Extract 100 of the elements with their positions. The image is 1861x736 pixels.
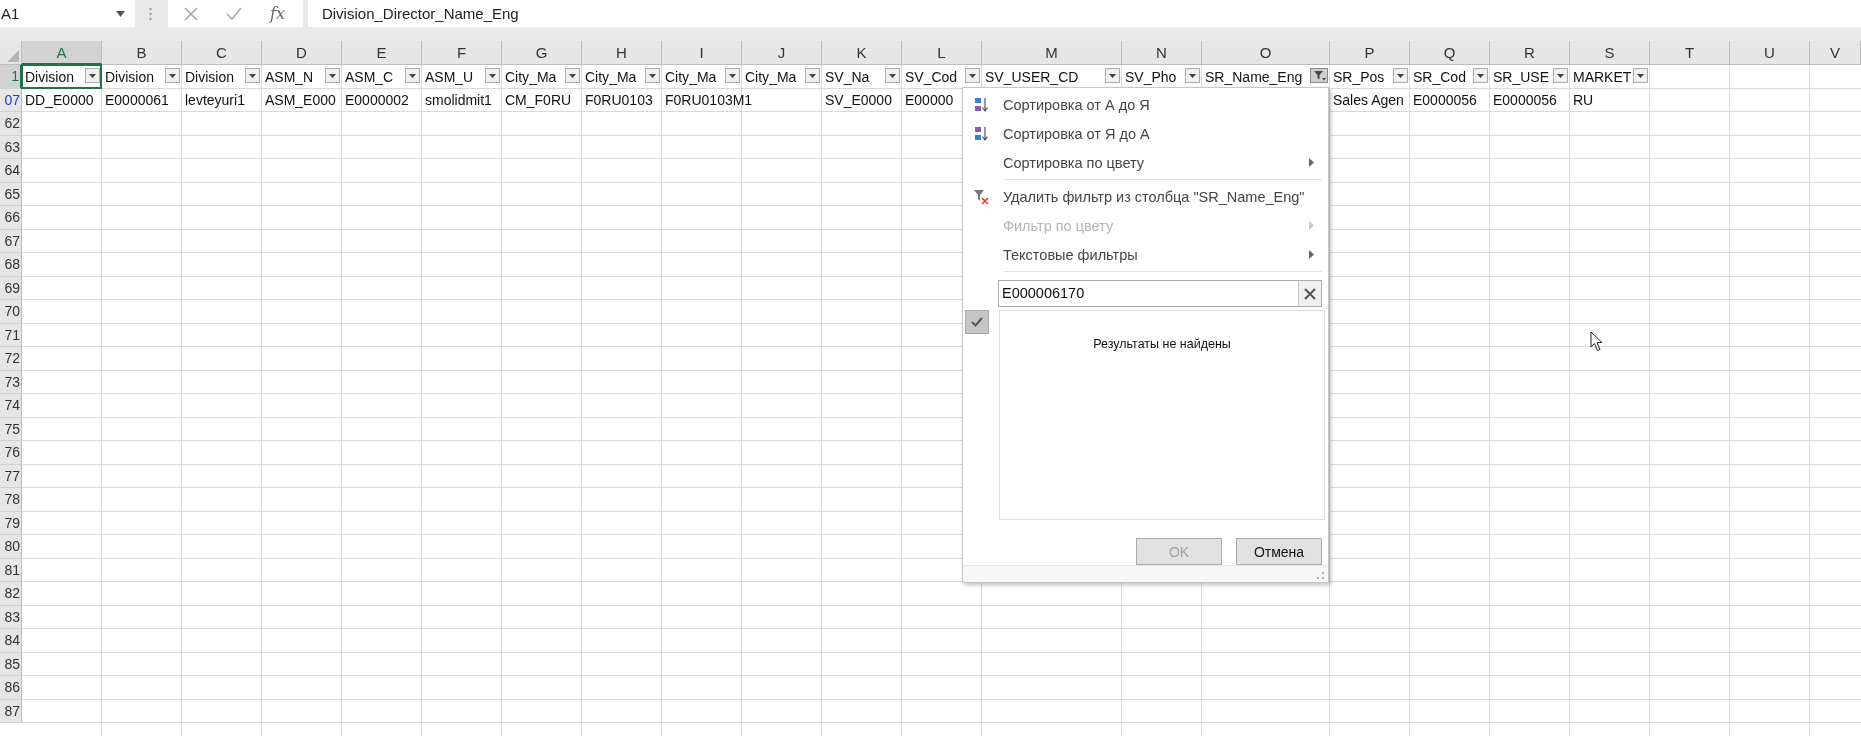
row-header[interactable]: 62 [0, 112, 22, 136]
row-header[interactable]: 67 [0, 229, 22, 253]
column-header[interactable]: C [182, 41, 262, 65]
column-header[interactable]: M [982, 41, 1122, 65]
filter-button[interactable] [1633, 68, 1648, 83]
column-header[interactable]: I [662, 41, 742, 65]
caret-icon [1397, 73, 1404, 78]
row-header[interactable]: 78 [0, 488, 22, 512]
row-header[interactable]: 76 [0, 441, 22, 465]
row-header[interactable]: 84 [0, 629, 22, 653]
column-header[interactable]: E [342, 41, 422, 65]
column-header[interactable]: V [1810, 41, 1861, 65]
column-header[interactable]: D [262, 41, 342, 65]
row-header[interactable]: 07 [0, 88, 22, 112]
clear-button[interactable] [1298, 281, 1321, 307]
row-header[interactable]: 1 [0, 65, 22, 89]
column-header[interactable]: R [1490, 41, 1570, 65]
filter-button[interactable] [485, 68, 500, 83]
filter-button[interactable] [325, 68, 340, 83]
row-header[interactable]: 83 [0, 605, 22, 629]
row-header[interactable]: 73 [0, 370, 22, 394]
funnel-icon [1312, 70, 1326, 81]
column-header[interactable]: A [22, 41, 102, 65]
filter-button[interactable] [245, 68, 260, 83]
table-cell: E0000056 [1493, 92, 1557, 109]
column-header[interactable]: J [742, 41, 822, 65]
menu-item[interactable]: Сортировка от А до Я [963, 90, 1328, 120]
close-icon [1304, 287, 1316, 300]
column-header[interactable]: P [1330, 41, 1410, 65]
column-header[interactable]: F [422, 41, 502, 65]
table-cell: RU [1573, 92, 1594, 109]
column-header[interactable]: G [502, 41, 582, 65]
filter-button[interactable] [165, 68, 180, 83]
row-header[interactable]: 87 [0, 699, 22, 723]
table-cell: E0000002 [345, 92, 409, 109]
filter-button[interactable] [565, 68, 580, 83]
menu-item[interactable]: Сортировка по цвету [963, 148, 1328, 178]
filter-button[interactable] [805, 68, 820, 83]
filter-button[interactable] [1185, 68, 1200, 83]
column-header[interactable]: K [822, 41, 902, 65]
formula-field[interactable]: Division_Director_Name_Eng [307, 0, 1861, 27]
caret-icon [649, 73, 656, 78]
row-header[interactable]: 75 [0, 417, 22, 441]
column-header[interactable]: U [1730, 41, 1810, 65]
menu-item[interactable]: Текстовые фильтры [963, 240, 1328, 270]
column-header[interactable]: L [902, 41, 982, 65]
row-header[interactable]: 85 [0, 652, 22, 676]
row-header[interactable]: 74 [0, 394, 22, 418]
filter-button[interactable] [1553, 68, 1568, 83]
cancel-button[interactable]: Отмена [1236, 538, 1322, 566]
menu-item[interactable]: Сортировка от Я до А [963, 119, 1328, 149]
row-header[interactable]: 71 [0, 323, 22, 347]
row-header[interactable]: 63 [0, 135, 22, 159]
filter-button[interactable] [405, 68, 420, 83]
check-icon [971, 317, 983, 328]
grip-icon [149, 7, 152, 21]
column-header[interactable]: Q [1410, 41, 1490, 65]
checkbox[interactable] [965, 310, 989, 335]
name-box[interactable]: A1 [0, 0, 135, 27]
column-header[interactable]: N [1122, 41, 1202, 65]
check-icon[interactable] [226, 7, 242, 20]
row-header[interactable]: 80 [0, 535, 22, 559]
search-field[interactable]: E000006170 [998, 280, 1322, 308]
table-cell: E0000061 [105, 92, 169, 109]
submenu-arrow-icon [1309, 221, 1314, 231]
column-header[interactable]: O [1202, 41, 1330, 65]
filter-button[interactable] [1105, 68, 1120, 83]
row-header[interactable]: 81 [0, 558, 22, 582]
caret-icon [889, 73, 896, 78]
filter-button[interactable] [1393, 68, 1408, 83]
clear-filter-icon [973, 188, 989, 205]
filter-button[interactable] [1310, 68, 1328, 83]
table-cell: SV_E0000 [825, 92, 892, 109]
caret-icon [1557, 73, 1564, 78]
row-header[interactable]: 66 [0, 206, 22, 230]
caret-icon [409, 73, 416, 78]
row-header[interactable]: 72 [0, 347, 22, 371]
column-header[interactable]: T [1650, 41, 1730, 65]
column-header[interactable]: H [582, 41, 662, 65]
row-header[interactable]: 68 [0, 253, 22, 277]
filter-button[interactable] [725, 68, 740, 83]
menu-item[interactable]: Удалить фильтр из столбца "SR_Name_Eng" [963, 182, 1328, 212]
row-header[interactable]: 69 [0, 276, 22, 300]
filter-button[interactable] [885, 68, 900, 83]
column-header[interactable]: B [102, 41, 182, 65]
filter-button[interactable] [965, 68, 980, 83]
row-header[interactable]: 70 [0, 300, 22, 324]
row-header[interactable]: 64 [0, 159, 22, 183]
filter-button[interactable] [1473, 68, 1488, 83]
table-cell: ASM_N [265, 68, 314, 85]
row-header[interactable]: 82 [0, 582, 22, 606]
row-header[interactable]: 86 [0, 676, 22, 700]
column-header[interactable]: S [1570, 41, 1650, 65]
row-header[interactable]: 77 [0, 464, 22, 488]
filter-button[interactable] [645, 68, 660, 83]
filter-button[interactable] [85, 68, 100, 83]
insert-function-button[interactable]: fx [270, 4, 285, 23]
caret-icon [489, 73, 496, 78]
row-header[interactable]: 79 [0, 511, 22, 535]
row-header[interactable]: 65 [0, 182, 22, 206]
